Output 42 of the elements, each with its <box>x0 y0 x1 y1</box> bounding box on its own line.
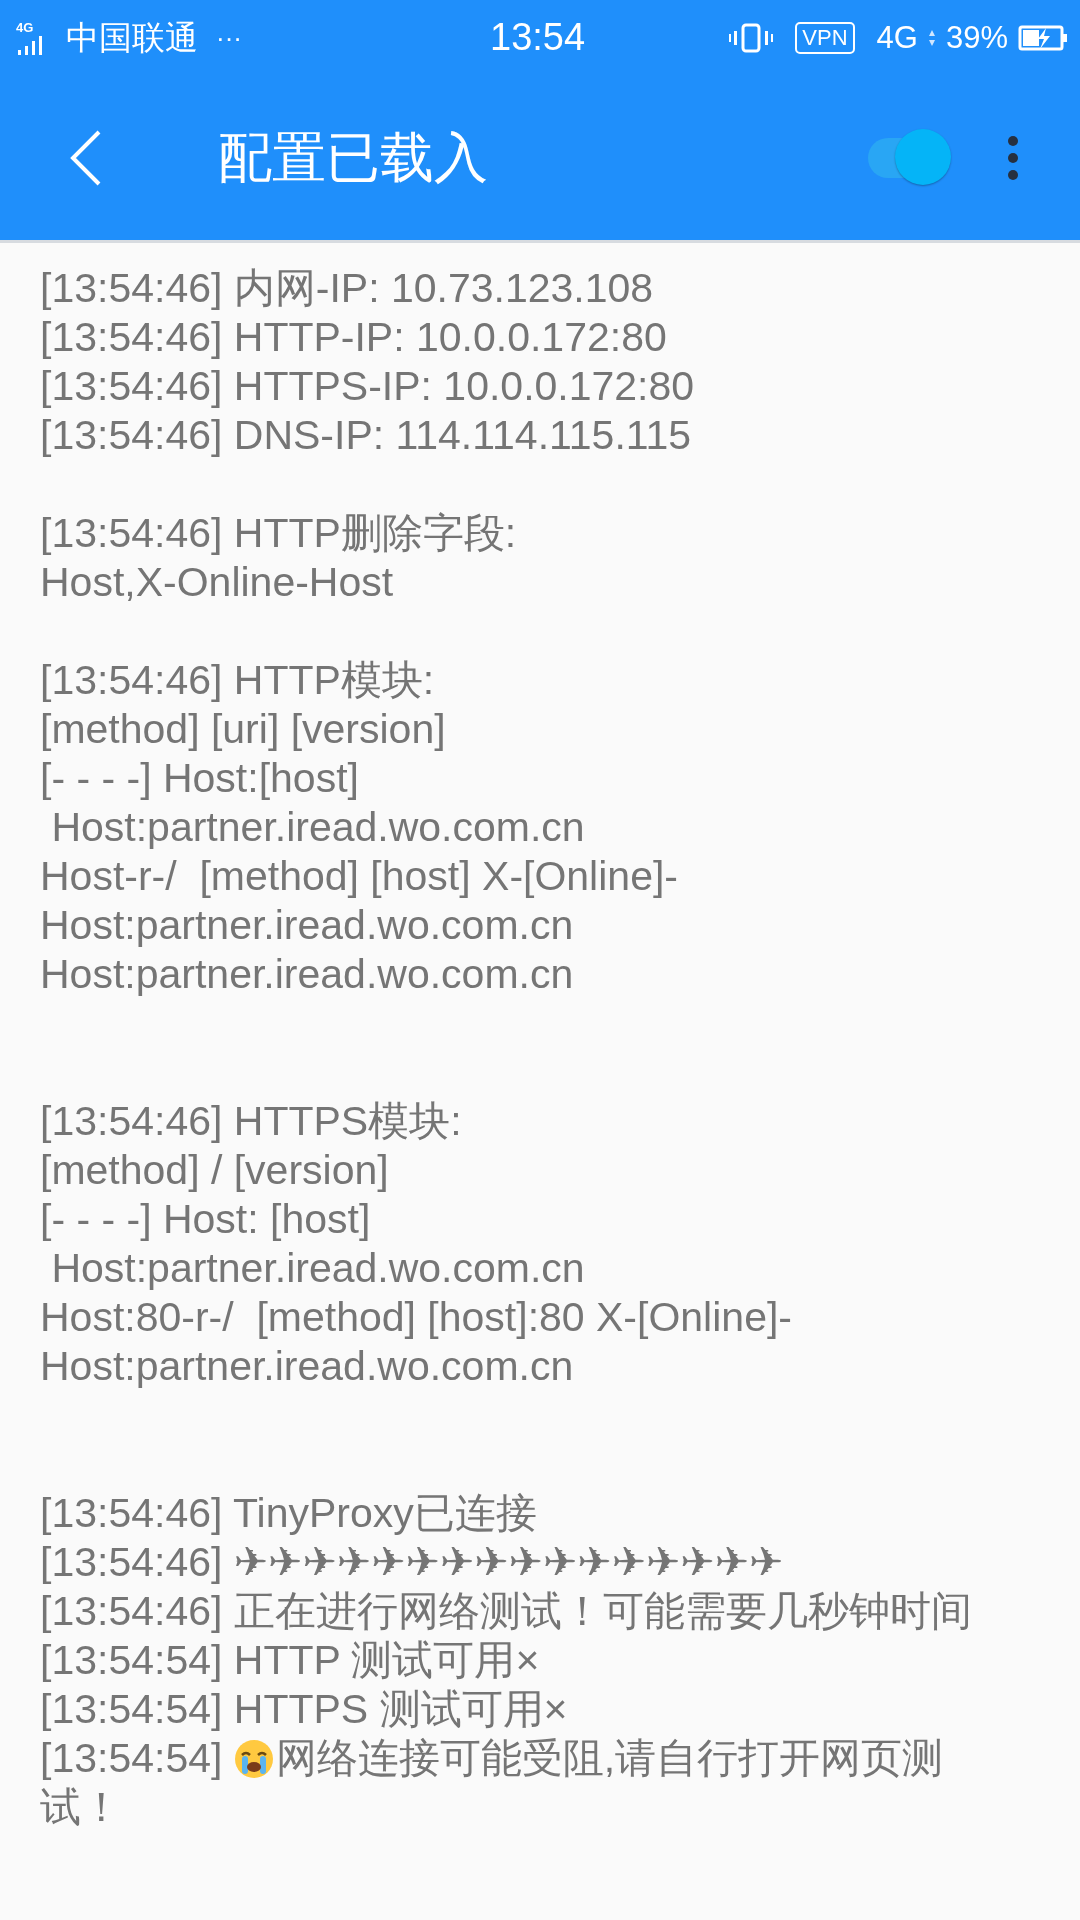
battery-charging-icon <box>1018 24 1068 52</box>
vpn-badge: VPN <box>795 22 855 54</box>
log-line: [13:54:46] DNS-IP: 114.114.115.115 <box>40 411 693 460</box>
log-line: 试！ <box>40 1783 123 1832</box>
crying-face-icon <box>233 1738 274 1779</box>
log-line: Host:partner.iread.wo.com.cn <box>50 1244 586 1293</box>
log-line: [13:54:54] HTTP 测试可用× <box>40 1636 541 1685</box>
log-line: [13:54:46] HTTP-IP: 10.0.0.172:80 <box>40 313 668 362</box>
log-line: Host:80-r-/ [method] [host]:80 X-[Online]- <box>40 1293 793 1342</box>
log-line: Host-r-/ [method] [host] X-[Online]- <box>40 852 679 901</box>
log-time: [13:54:54] <box>40 1734 224 1783</box>
log-line: [- - - -] Host:[host] <box>40 754 360 803</box>
log-line: [13:54:46] HTTPS模块: <box>40 1097 463 1146</box>
battery-level: 39% <box>945 20 1008 56</box>
network-type: 4G <box>16 20 34 34</box>
log-line: [13:54:46] HTTP删除字段: <box>40 509 518 558</box>
menu-button[interactable] <box>1006 135 1020 181</box>
more-notifications: ··· <box>216 22 242 54</box>
log-line: [13:54:54] HTTPS 测试可用× <box>40 1685 569 1734</box>
log-line: [13:54:46] TinyProxy已连接 <box>40 1489 538 1538</box>
data-arrows-icon <box>927 28 936 48</box>
toolbar-title: 配置已载入 <box>218 125 489 189</box>
status-time: 13:54 <box>490 16 586 59</box>
log-line: Host,X-Online-Host <box>40 558 395 607</box>
log-line: Host:partner.iread.wo.com.cn <box>40 901 575 950</box>
vibrate-icon <box>729 23 774 53</box>
menu-icon <box>1007 135 1019 181</box>
log-line: Host:partner.iread.wo.com.cn <box>50 803 586 852</box>
carrier-name: 中国联通 <box>66 17 198 58</box>
log-line: [13:54:46] HTTP模块: <box>40 656 436 705</box>
log-line: [13:54:46] 正在进行网络测试！可能需要几秒钟时间 <box>40 1587 973 1636</box>
log-message: 网络连接可能受阻,请自行打开网页测 <box>275 1734 944 1783</box>
back-icon <box>69 130 103 186</box>
log-line: [method] [uri] [version] <box>40 705 447 754</box>
log-line: Host:partner.iread.wo.com.cn <box>40 1342 575 1391</box>
log-line: [13:54:46] 内网-IP: 10.73.123.108 <box>40 264 655 313</box>
log-line: [method] / [version] <box>40 1146 390 1195</box>
log-line: [- - - -] Host: [host] <box>40 1195 372 1244</box>
data-type: 4G <box>876 20 918 56</box>
log-line: [13:54:46] ✈✈✈✈✈✈✈✈✈✈✈✈✈✈✈✈ <box>40 1538 785 1587</box>
log-line: [13:54:46] HTTPS-IP: 10.0.0.172:80 <box>40 362 696 411</box>
log-line: Host:partner.iread.wo.com.cn <box>40 950 575 999</box>
